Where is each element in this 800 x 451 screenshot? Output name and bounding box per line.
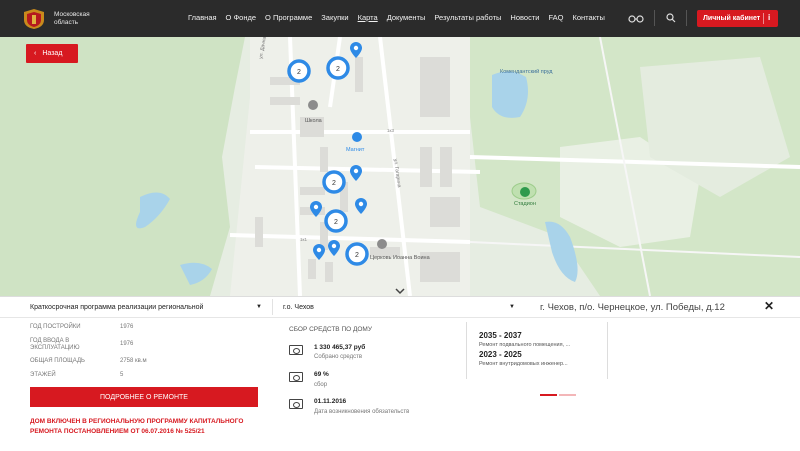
map-label-magnit: Магнит: [346, 147, 365, 153]
property-label: Этажей: [30, 372, 56, 378]
map-label-pond: Комендантский пруд: [500, 68, 553, 75]
stat-label: Собрано средств: [314, 354, 363, 360]
top-header: Московская область Главная О Фонде О Про…: [0, 0, 800, 37]
nav-item-map[interactable]: Карта: [358, 13, 378, 22]
info-icon[interactable]: i: [768, 13, 770, 22]
money-icon: [289, 372, 303, 382]
stat-label: сбор: [314, 382, 328, 388]
selected-address: г. Чехов, п/о. Чернецкое, ул. Победы, д.…: [540, 302, 725, 313]
repair-period: 2023 - 2025: [479, 350, 522, 359]
select-divider: [272, 299, 273, 315]
pond-water: [492, 71, 528, 118]
dropdown-arrow-icon: ▼: [256, 304, 262, 310]
cluster-count: 2: [297, 69, 301, 76]
forest-area: [0, 37, 245, 296]
program-notice: Дом включен в региональную программу кап…: [30, 418, 244, 435]
stadium-icon: [520, 187, 530, 197]
stat-value: 01.11.2016: [314, 398, 347, 405]
close-icon[interactable]: ✕: [764, 299, 774, 313]
city-select-value: г.о. Чехов: [283, 303, 314, 311]
map-label-stadium: Стадион: [514, 201, 536, 207]
property-label: Год постройки: [30, 324, 81, 330]
main-nav: Главная О Фонде О Программе Закупки Карт…: [188, 13, 614, 22]
property-label: Год ввода в эксплуатацию: [30, 338, 80, 351]
property-value: 2758 кв.м: [120, 358, 147, 364]
stat-value: 69 %: [314, 371, 329, 378]
cabinet-label: Личный кабинет: [703, 15, 761, 22]
map-label-church: Церковь Иоанна Воина: [370, 255, 431, 261]
repair-description[interactable]: Ремонт внутридомовых инженер...: [479, 361, 568, 367]
map-label-building: 1к3: [387, 128, 394, 133]
nav-item-faq[interactable]: FAQ: [548, 13, 563, 22]
calendar-icon: [289, 399, 303, 409]
slider-dot[interactable]: [559, 394, 576, 396]
cluster-marker: 2: [324, 209, 348, 233]
cluster-marker: 2: [345, 242, 369, 266]
nav-item-contacts[interactable]: Контакты: [572, 13, 604, 22]
cluster-count: 2: [332, 180, 336, 187]
header-divider: [654, 10, 655, 26]
chevron-left-icon: ‹: [34, 50, 37, 57]
program-select[interactable]: Краткосрочная программа реализации регио…: [30, 299, 262, 315]
church-icon: [377, 239, 387, 249]
logo-text[interactable]: Московская область: [54, 11, 114, 27]
collection-title: Сбор средств по дому: [289, 326, 372, 333]
slider-dot-active[interactable]: [540, 394, 557, 396]
nav-item-documents[interactable]: Документы: [387, 13, 426, 22]
property-value: 1976: [120, 324, 134, 330]
repair-description[interactable]: Ремонт подвального помещения, ...: [479, 342, 570, 348]
school-icon: [308, 100, 318, 110]
dropdown-arrow-icon: ▼: [509, 304, 515, 310]
property-value: 1976: [120, 341, 134, 347]
back-button[interactable]: ‹ Назад: [26, 44, 78, 63]
stat-value: 1 330 465,37 руб: [314, 344, 366, 351]
cabinet-divider: [763, 13, 764, 24]
city-select[interactable]: г.о. Чехов ▼: [283, 299, 515, 315]
nav-item-home[interactable]: Главная: [188, 13, 217, 22]
panel-divider: [0, 317, 800, 318]
repair-details-button[interactable]: Подробнее о ремонте: [30, 387, 258, 407]
map-label-school: Школа: [305, 118, 323, 124]
map-canvas[interactable]: 2 2 2 2 2 Школа Магнит Комендантский пру…: [0, 37, 800, 296]
accessibility-glasses-icon[interactable]: [628, 14, 644, 23]
search-icon[interactable]: [666, 13, 676, 23]
cluster-marker: 2: [287, 59, 311, 83]
personal-cabinet-button[interactable]: Личный кабинет i: [697, 10, 778, 27]
nav-item-results[interactable]: Результаты работы: [434, 13, 501, 22]
cluster-marker: 2: [326, 56, 350, 80]
nav-item-about-program[interactable]: О Программе: [265, 13, 312, 22]
shop-icon: [352, 132, 362, 142]
cluster-count: 2: [336, 66, 340, 73]
property-label: Общая площадь: [30, 358, 85, 364]
nav-item-news[interactable]: Новости: [510, 13, 539, 22]
program-select-value: Краткосрочная программа реализации регио…: [30, 303, 204, 311]
cluster-marker: 2: [322, 170, 346, 194]
nav-item-purchases[interactable]: Закупки: [321, 13, 348, 22]
property-value: 5: [120, 372, 124, 378]
cluster-count: 2: [355, 252, 359, 259]
back-label: Назад: [42, 50, 63, 57]
stat-label: Дата возникновения обязательств: [314, 409, 410, 415]
map-view[interactable]: 2 2 2 2 2 Школа Магнит Комендантский пру…: [0, 37, 800, 296]
nav-item-about-fund[interactable]: О Фонде: [226, 13, 256, 22]
repair-period: 2035 - 2037: [479, 331, 522, 340]
map-label-building: 1к1: [300, 237, 307, 242]
header-divider: [686, 10, 687, 26]
cluster-count: 2: [334, 219, 338, 226]
money-icon: [289, 345, 303, 355]
region-logo-icon[interactable]: [22, 8, 46, 30]
